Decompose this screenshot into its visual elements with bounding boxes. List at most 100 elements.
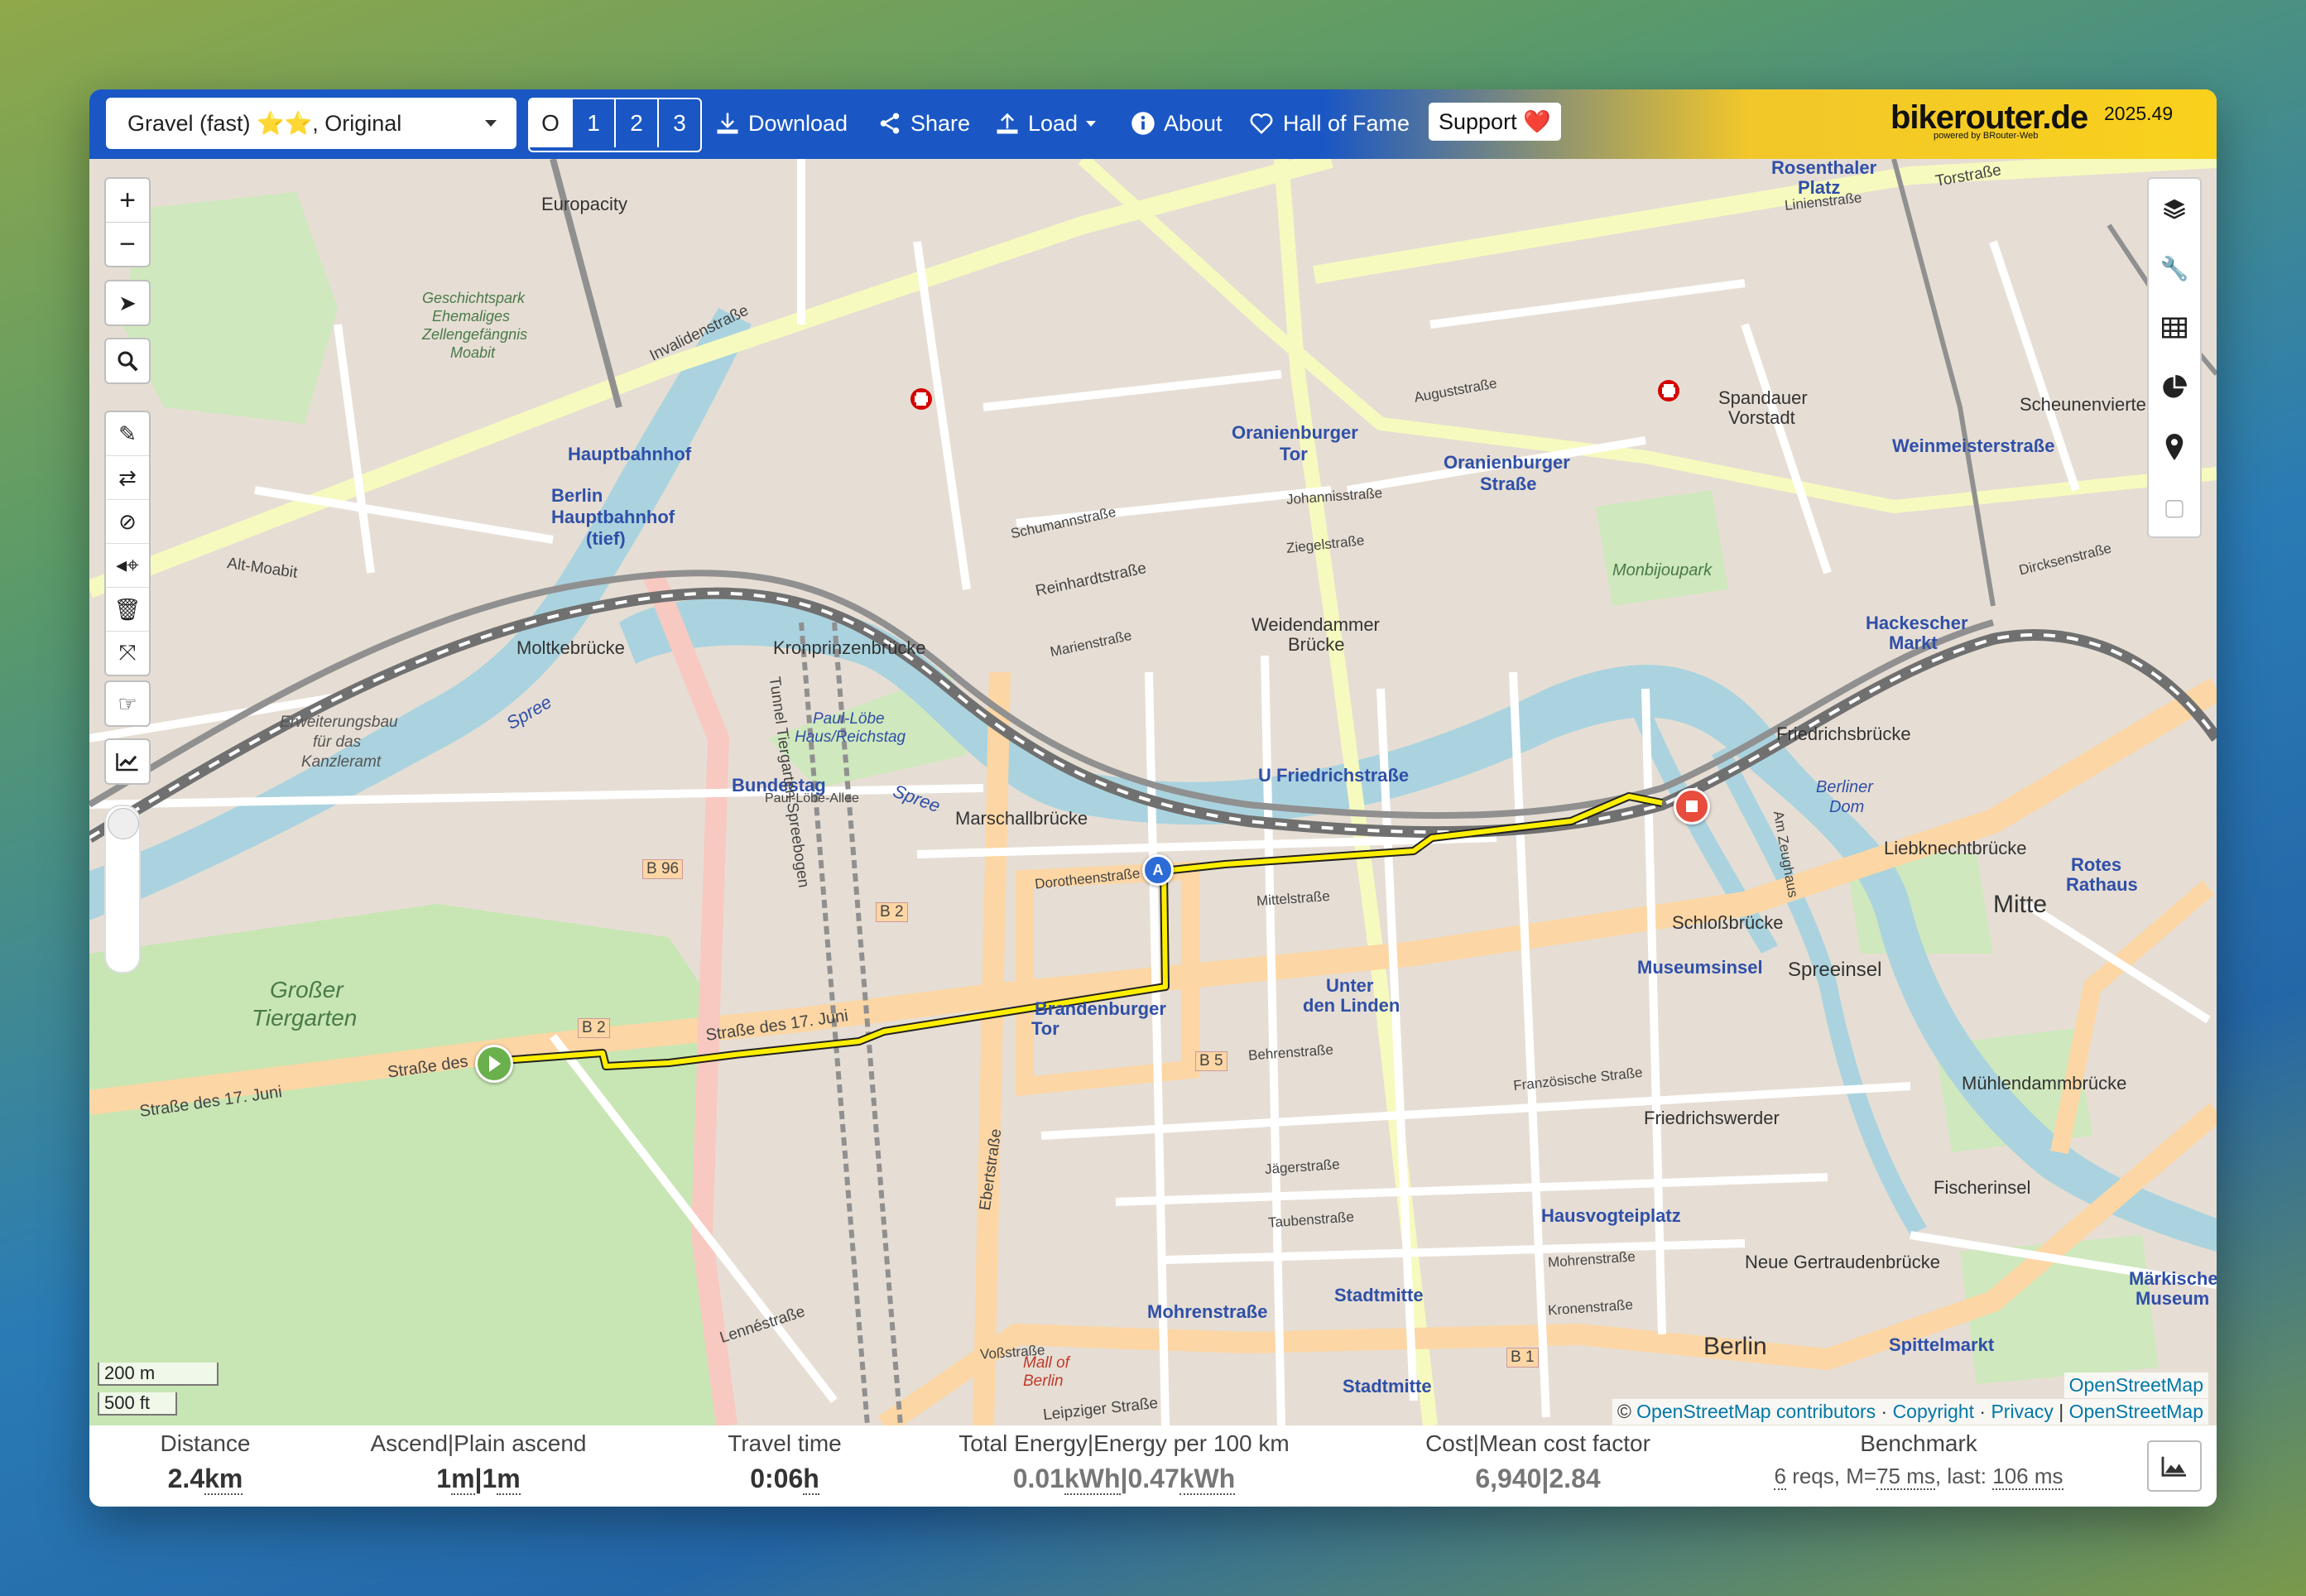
map-label: Zellengefängnis [422, 326, 528, 343]
about-button[interactable]: About [1131, 103, 1223, 144]
map-label: für das [313, 733, 362, 751]
support-button[interactable]: Support ❤️ [1429, 103, 1561, 141]
copyright-link[interactable]: Copyright [1893, 1401, 1974, 1422]
app-window: Gravel (fast) ⭐⭐, Original O 1 2 3 Downl… [89, 89, 2217, 1507]
map-label: Museumsinsel [1637, 957, 1763, 978]
alternative-button-1[interactable]: 1 [573, 99, 616, 147]
search-button[interactable] [106, 339, 149, 382]
search-control [104, 338, 151, 384]
end-marker[interactable] [1674, 788, 1710, 824]
map-label: Weidendammer [1251, 614, 1380, 635]
disabled-tool-button[interactable]: ▢ [2149, 477, 2200, 536]
map-label: Brandenburger [1035, 998, 1166, 1019]
stat-travel-time: Travel time 0:06h [702, 1430, 867, 1495]
map-tiles [89, 159, 2217, 1425]
profile-select[interactable]: Gravel (fast) ⭐⭐, Original [106, 98, 516, 149]
table-icon [2162, 317, 2187, 339]
delete-route-button[interactable]: 🗑 [106, 588, 149, 632]
scale-imperial: 500 ft [98, 1392, 177, 1416]
stat-unit[interactable]: h [803, 1464, 819, 1495]
map-label: Großer [270, 977, 343, 1002]
attribution-bar: © OpenStreetMap contributors · Copyright… [1612, 1399, 2208, 1425]
stat-unit[interactable]: m [451, 1464, 475, 1495]
map-label: Paul-Löbe-Allee [765, 791, 859, 805]
osm-contributors-link[interactable]: OpenStreetMap contributors [1636, 1401, 1876, 1422]
stop-icon [1686, 800, 1698, 812]
zoom-out-button[interactable]: − [106, 223, 149, 266]
draw-route-button[interactable]: ✎ [106, 412, 149, 456]
map-label: Moabit [450, 344, 496, 361]
reverse-route-button[interactable]: ⇄ [106, 456, 149, 500]
hall-of-fame-button[interactable]: Hall of Fame [1248, 103, 1410, 144]
locate-button[interactable]: ➤ [106, 281, 149, 324]
stat-value: 0:06 [750, 1464, 804, 1493]
opacity-slider[interactable] [104, 805, 141, 973]
map-label: Berlin [1703, 1333, 1767, 1360]
pie-chart-icon [2163, 375, 2187, 398]
analysis-button[interactable] [2149, 358, 2200, 417]
poi-button[interactable] [2149, 417, 2200, 477]
stat-energy: Total Energy|Energy per 100 km 0.01kWh|0… [950, 1430, 1298, 1495]
share-button[interactable]: Share [877, 103, 970, 144]
stat-label: Total Energy|Energy per 100 km [958, 1430, 1290, 1456]
map-label: Schloßbrücke [1672, 912, 1784, 933]
no-go-area-button[interactable]: ⊘ [106, 500, 149, 544]
elevation-chart-button[interactable] [106, 740, 149, 783]
map-label: Paul-Löbe [813, 710, 885, 728]
elevation-profile-button[interactable] [2147, 1440, 2202, 1492]
itinerary-table-button[interactable] [2149, 298, 2200, 358]
openstreetmap-link[interactable]: OpenStreetMap [2069, 1401, 2203, 1422]
zoom-in-button[interactable]: + [106, 179, 149, 223]
stat-label: Benchmark [1860, 1430, 1977, 1456]
hand-tool-button[interactable]: ☞ [106, 682, 149, 725]
stat-label: Distance [160, 1430, 251, 1456]
stat-unit[interactable]: m [497, 1464, 521, 1495]
benchmark-median[interactable]: 75 ms [1876, 1464, 1935, 1490]
road-shield: B 1 [1506, 1348, 1539, 1368]
layers-button[interactable] [2149, 179, 2200, 238]
map-label: Spittelmarkt [1889, 1334, 1995, 1355]
drawing-toolbar: ✎ ⇄ ⊘ ◂⌖ 🗑 ⤧ [104, 411, 151, 676]
alternative-button-0[interactable]: O [530, 99, 573, 147]
map-label: Fischerinsel [1934, 1177, 2031, 1198]
start-marker[interactable] [475, 1045, 513, 1083]
brand-subtitle: powered by BRouter-Web [1934, 131, 2039, 141]
area-chart-icon [2161, 1456, 2186, 1477]
alternative-button-3[interactable]: 3 [659, 99, 700, 147]
fit-route-button[interactable]: ⤧ [106, 632, 149, 675]
alternative-button-2[interactable]: 2 [616, 99, 659, 147]
map-label: Hauptbahnhof [551, 507, 675, 527]
load-button[interactable]: Load [995, 103, 1097, 144]
stat-unit[interactable]: kWh [1064, 1464, 1121, 1495]
stat-benchmark: Benchmark 6 reqs, M=75 ms, last: 106 ms [1761, 1430, 2076, 1490]
via-marker[interactable]: A [1142, 854, 1174, 886]
stat-ascend: Ascend|Plain ascend 1m|1m [354, 1430, 603, 1495]
attribution-separator: · [1979, 1401, 1987, 1422]
attribution-separator: | [2059, 1401, 2064, 1422]
privacy-link[interactable]: Privacy [1991, 1401, 2053, 1422]
map-label: Europacity [541, 194, 627, 214]
stat-unit[interactable]: kWh [1179, 1464, 1236, 1495]
road-shield: B 96 [642, 859, 684, 879]
download-icon [717, 113, 738, 134]
upload-icon [997, 113, 1018, 134]
map-label: Oranienburger [1444, 452, 1570, 473]
map-label: Rotes [2071, 854, 2122, 875]
stat-unit[interactable]: km [204, 1464, 243, 1495]
benchmark-requests[interactable]: 6 [1774, 1464, 1786, 1490]
map-view[interactable]: Europacity Hauptbahnhof Berlin Hauptbahn… [89, 159, 2217, 1425]
slider-handle[interactable] [108, 808, 139, 839]
attribution-osm-top: OpenStreetMap [2063, 1372, 2208, 1398]
map-label: Rosenthaler [1771, 159, 1877, 178]
map-label: Friedrichswerder [1644, 1108, 1780, 1128]
download-button[interactable]: Download [715, 103, 848, 144]
map-label: Hausvogteiplatz [1541, 1205, 1681, 1226]
osm-link[interactable]: OpenStreetMap [2069, 1374, 2203, 1396]
map-label: Museum [2135, 1288, 2210, 1309]
benchmark-last[interactable]: 106 ms [1992, 1464, 2063, 1490]
stat-value: 0.47 [1127, 1464, 1179, 1493]
map-label: Erweiterungsbau [280, 714, 398, 731]
map-label: Mohrenstraße [1147, 1301, 1268, 1322]
remove-marker-button[interactable]: ◂⌖ [106, 544, 149, 588]
settings-button[interactable]: 🔧 [2149, 238, 2200, 298]
